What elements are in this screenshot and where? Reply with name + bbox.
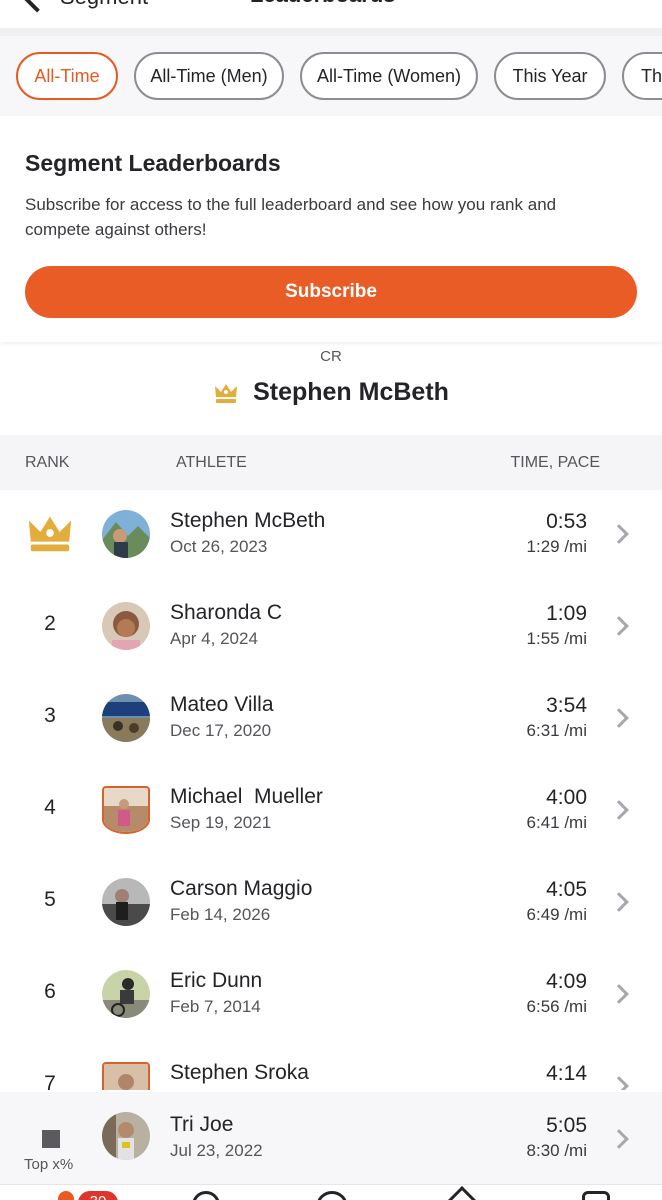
divider: [0, 28, 662, 36]
rank-number: 4: [44, 796, 56, 819]
chevron-right-icon: [609, 1129, 629, 1149]
effort-time: 0:53: [546, 510, 587, 533]
cr-label: CR: [320, 348, 342, 365]
avatar[interactable]: [102, 878, 150, 926]
effort-pace: 6:31 /mi: [526, 721, 587, 740]
home-icon[interactable]: [54, 1187, 78, 1200]
chevron-right-icon: [609, 1076, 629, 1090]
rank-number: 6: [44, 980, 56, 1003]
top-header: Segment Leaderboards: [0, 0, 662, 28]
athlete-name: Stephen Sroka: [170, 1061, 309, 1084]
rank-number: 2: [44, 612, 56, 635]
you-icon[interactable]: [582, 1191, 610, 1200]
effort-date: Sep 19, 2021: [170, 813, 272, 832]
effort-time: 4:14: [546, 1062, 587, 1085]
subscribe-button[interactable]: Subscribe: [25, 266, 637, 318]
chip-all-time[interactable]: All-Time: [16, 52, 118, 100]
avatar[interactable]: [102, 694, 150, 742]
subscribe-card: Segment Leaderboards Subscribe for acces…: [0, 116, 662, 342]
effort-date: Jul 23, 2022: [170, 1141, 263, 1160]
table-row[interactable]: 5 Carson Maggio Feb 14, 2026 4:05 6:49 /…: [0, 858, 662, 950]
athlete-name: Eric Dunn: [170, 969, 263, 992]
athlete-name: Carson Maggio: [170, 877, 313, 900]
effort-time: 4:00: [546, 786, 587, 809]
card-description: Subscribe for access to the full leaderb…: [25, 195, 557, 239]
avatar[interactable]: [102, 602, 150, 650]
back-label: Segment: [60, 0, 148, 10]
athlete-name: Mateo Villa: [170, 693, 274, 716]
athlete-name: Michael Mueller: [170, 785, 323, 808]
table-row[interactable]: 2 Sharonda C Apr 4, 2024 1:09 1:55 /mi: [0, 582, 662, 674]
avatar[interactable]: [102, 1112, 150, 1160]
maps-icon[interactable]: [192, 1191, 220, 1200]
effort-pace: 8:30 /mi: [526, 1141, 587, 1160]
athlete-name: Stephen McBeth: [170, 509, 326, 532]
chevron-right-icon: [609, 616, 629, 636]
crown-icon: [215, 383, 238, 403]
bottom-nav: 30: [0, 1184, 662, 1200]
rank-label: Top x%: [24, 1156, 74, 1173]
effort-time: 4:09: [546, 970, 587, 993]
table-row[interactable]: 3 Mateo Villa Dec 17, 2020 3:54 6:31 /mi: [0, 674, 662, 766]
cr-name: Stephen McBeth: [253, 378, 449, 406]
table-row[interactable]: 4 Michael Mueller Sep 19, 2021 4:00 6:41…: [0, 766, 662, 858]
effort-time: 5:05: [546, 1114, 587, 1137]
crown-icon: [28, 516, 72, 552]
chevron-left-icon: [21, 0, 53, 13]
chevron-right-icon: [609, 892, 629, 912]
leaderboard-list: Stephen McBeth Oct 26, 2023 0:53 1:29 /m…: [0, 490, 662, 1090]
athlete-name: Sharonda C: [170, 601, 283, 624]
effort-date: Feb 7, 2014: [170, 997, 261, 1016]
effort-pace: 1:55 /mi: [526, 629, 587, 648]
effort-pace: 6:56 /mi: [526, 997, 587, 1016]
rank-placeholder-icon: [42, 1130, 60, 1148]
leaderboard-header: RANK ATHLETE TIME, PACE: [0, 435, 662, 490]
effort-time: 4:05: [546, 878, 587, 901]
rank-number: 7: [44, 1072, 56, 1090]
chevron-right-icon: [609, 800, 629, 820]
avatar[interactable]: [102, 786, 150, 834]
table-row[interactable]: 6 Eric Dunn Feb 7, 2014 4:09 6:56 /mi: [0, 950, 662, 1042]
back-button[interactable]: Segment: [18, 0, 148, 13]
record-icon[interactable]: [316, 1191, 348, 1200]
athlete-name: Tri Joe: [170, 1113, 234, 1136]
table-row[interactable]: 7 Stephen Sroka 4:14: [0, 1042, 662, 1090]
effort-time: 1:09: [546, 602, 587, 625]
current-user-row[interactable]: Top x% Tri Joe Jul 23, 2022 5:05 8:30 /m…: [0, 1092, 662, 1184]
table-row[interactable]: Stephen McBeth Oct 26, 2023 0:53 1:29 /m…: [0, 490, 662, 582]
effort-pace: 6:41 /mi: [526, 813, 587, 832]
card-title: Segment Leaderboards: [25, 150, 281, 176]
rank-number: 5: [44, 888, 56, 911]
effort-date: Oct 26, 2023: [170, 537, 268, 556]
groups-icon[interactable]: [445, 1186, 479, 1200]
avatar[interactable]: [102, 1062, 150, 1090]
page-title: Leaderboards: [250, 0, 396, 8]
effort-time: 3:54: [546, 694, 587, 717]
avatar[interactable]: [102, 510, 150, 558]
chevron-right-icon: [609, 524, 629, 544]
chip-more[interactable]: Th: [622, 52, 662, 100]
effort-date: Dec 17, 2020: [170, 721, 272, 740]
effort-pace: 6:49 /mi: [526, 905, 587, 924]
rank-number: 3: [44, 704, 56, 727]
filter-chip-bar: All-Time All-Time (Men) All-Time (Women)…: [0, 36, 662, 116]
chip-all-time-men[interactable]: All-Time (Men): [134, 52, 284, 100]
chevron-right-icon: [609, 708, 629, 728]
effort-pace: 1:29 /mi: [526, 537, 587, 556]
header-time-pace: TIME, PACE: [510, 454, 601, 471]
chip-this-year[interactable]: This Year: [494, 52, 606, 100]
chip-all-time-women[interactable]: All-Time (Women): [300, 52, 478, 100]
effort-date: Feb 14, 2026: [170, 905, 271, 924]
chevron-right-icon: [609, 984, 629, 1004]
notification-badge: 30: [78, 1191, 118, 1200]
header-rank: RANK: [25, 454, 70, 471]
header-athlete: ATHLETE: [176, 454, 247, 471]
cr-holder[interactable]: Stephen McBeth: [0, 378, 662, 407]
effort-date: Apr 4, 2024: [170, 629, 258, 648]
avatar[interactable]: [102, 970, 150, 1018]
